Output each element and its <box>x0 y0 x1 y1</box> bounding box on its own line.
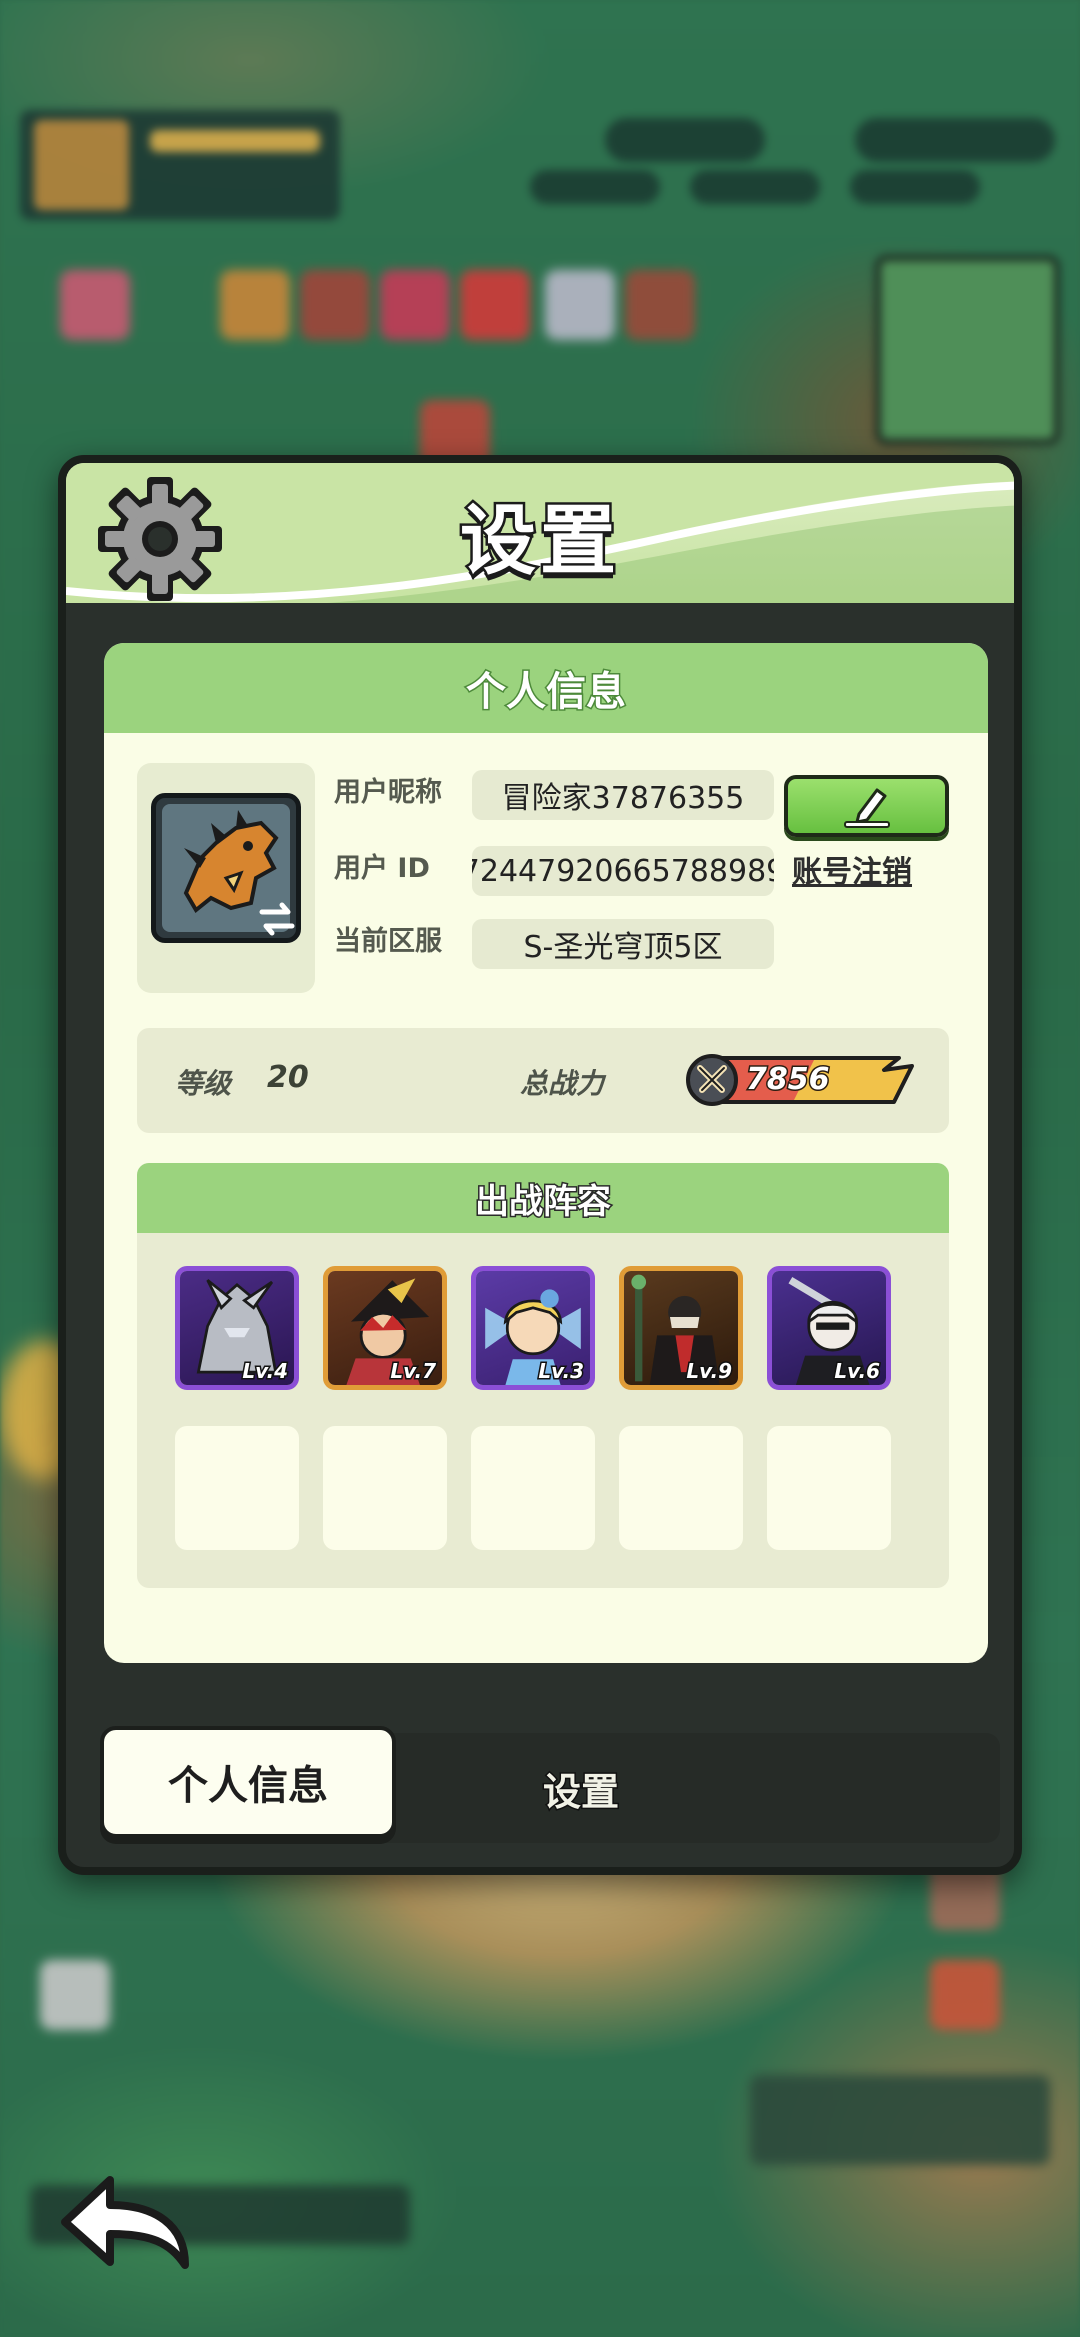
team-lineup: 出战阵容 Lv.4 Lv.7 Lv.3 Lv.9 Lv.6 <box>137 1163 949 1588</box>
nickname-value: 冒险家37876355 <box>472 770 774 820</box>
bg-character <box>380 270 450 340</box>
hero-slot-1[interactable]: Lv.4 <box>175 1266 299 1390</box>
power-value: 7856 <box>745 1061 831 1099</box>
section-header: 个人信息 <box>104 643 988 733</box>
crossed-swords-icon <box>697 1065 727 1093</box>
nickname-label: 用户昵称 <box>334 777 442 808</box>
bg-character <box>300 270 370 340</box>
hero-level: Lv.6 <box>833 1358 882 1385</box>
modal-title: 设置 <box>458 494 620 588</box>
hero-slot-4[interactable]: Lv.9 <box>619 1266 743 1390</box>
level-label: 等级 <box>175 1067 232 1100</box>
tab-label: 设置 <box>541 1768 620 1815</box>
bg-character <box>40 1960 110 2030</box>
resource-gem <box>605 118 765 162</box>
user-id-label: 用户 ID <box>334 853 430 884</box>
modal-header: 设置 <box>66 463 1014 603</box>
hero-level: Lv.9 <box>685 1358 734 1385</box>
empty-hero-slot[interactable] <box>323 1426 447 1550</box>
bg-character <box>625 270 695 340</box>
empty-hero-slot[interactable] <box>767 1426 891 1550</box>
bg-character <box>60 270 130 340</box>
power-label: 总战力 <box>520 1067 605 1100</box>
hero-slot-5[interactable]: Lv.6 <box>767 1266 891 1390</box>
empty-hero-slot[interactable] <box>619 1426 743 1550</box>
hero-level: Lv.3 <box>537 1358 586 1385</box>
bg-notification <box>750 2075 1050 2165</box>
edit-nickname-button[interactable] <box>784 775 949 837</box>
pencil-edit-icon <box>843 788 890 828</box>
hero-slot-2[interactable]: Lv.7 <box>323 1266 447 1390</box>
power-badge: 7856 <box>684 1052 924 1108</box>
resource-gold <box>855 118 1055 162</box>
minimap <box>875 255 1060 445</box>
hero-slot-3[interactable]: Lv.3 <box>471 1266 595 1390</box>
bg-character <box>930 1960 1000 2030</box>
level-value: 20 <box>267 1060 309 1095</box>
profile-card: 个人信息 用户昵称 冒险家37876355 用户 ID 724479206657… <box>104 643 988 1663</box>
server-label: 当前区服 <box>334 926 442 957</box>
section-title: 个人信息 <box>465 668 628 717</box>
resource-chip <box>850 170 980 204</box>
avatar[interactable] <box>151 793 301 943</box>
player-status-bar <box>20 110 340 220</box>
bg-character <box>220 270 290 340</box>
hero-level: Lv.7 <box>389 1358 438 1385</box>
avatar-box <box>137 763 315 993</box>
team-header: 出战阵容 <box>137 1163 949 1233</box>
empty-hero-slot[interactable] <box>471 1426 595 1550</box>
bg-character <box>545 270 615 340</box>
empty-hero-slot[interactable] <box>175 1426 299 1550</box>
back-arrow-icon[interactable] <box>55 2170 195 2275</box>
tab-label: 个人信息 <box>168 1763 328 1809</box>
resource-chip <box>530 170 660 204</box>
bg-character <box>460 270 530 340</box>
swap-avatar-icon[interactable] <box>254 896 300 942</box>
stats-row: 等级 20 总战力 7856 <box>137 1028 949 1133</box>
user-id-value: 72447920665788989 <box>472 846 774 896</box>
account-deletion-link[interactable]: 账号注销 <box>792 847 942 891</box>
team-title: 出战阵容 <box>474 1180 613 1223</box>
settings-modal: 设置 个人信息 用户昵称 冒险家37876355 用户 ID 724479206… <box>58 455 1022 1875</box>
tab-settings[interactable]: 设置 <box>481 1753 681 1823</box>
hero-level: Lv.4 <box>241 1358 290 1385</box>
resource-chip <box>690 170 820 204</box>
server-value: S-圣光穹顶5区 <box>472 919 774 969</box>
tab-personal-info[interactable]: 个人信息 <box>100 1726 396 1838</box>
